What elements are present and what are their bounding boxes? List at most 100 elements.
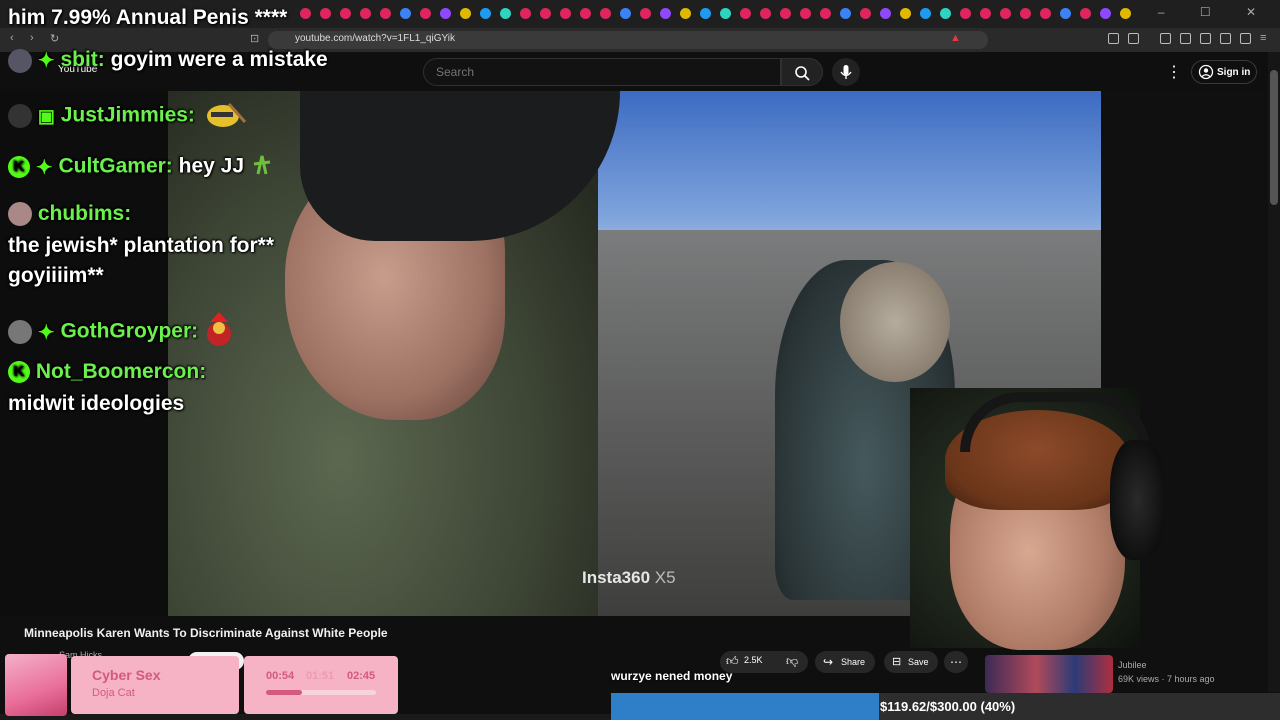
brave-icon[interactable]: ▲ xyxy=(950,32,961,44)
window-controls[interactable]: – ☐ ✕ xyxy=(1158,5,1272,19)
media-icon[interactable] xyxy=(1160,33,1171,44)
tab-favicon-icon[interactable] xyxy=(360,8,371,19)
chat-username: GothGroyper: xyxy=(60,319,199,343)
tab-favicon-icon[interactable] xyxy=(880,8,891,19)
tab-favicon-icon[interactable] xyxy=(600,8,611,19)
chat-message: hey JJ xyxy=(178,154,245,178)
recommended-channel[interactable]: Jubilee xyxy=(1118,660,1147,670)
song-artist: Doja Cat xyxy=(92,687,135,699)
remaining-time: 01:51 xyxy=(306,670,335,682)
settings-menu-button[interactable]: ⋮ xyxy=(1166,62,1182,82)
bookmark-icon: ⊟ xyxy=(892,656,902,668)
user-avatar xyxy=(8,202,32,227)
tab-favicon-icon[interactable] xyxy=(860,8,871,19)
reload-icon[interactable]: ↻ xyxy=(50,32,59,45)
chat-username: sbit: xyxy=(60,48,105,72)
tab-favicon-icon[interactable] xyxy=(400,8,411,19)
sign-in-button[interactable]: Sign in xyxy=(1191,60,1257,84)
tab-favicon-icon[interactable] xyxy=(340,8,351,19)
tab-favicon-icon[interactable] xyxy=(840,8,851,19)
tab-favicon-icon[interactable] xyxy=(640,8,651,19)
tab-favicon-icon[interactable] xyxy=(960,8,971,19)
search-box[interactable] xyxy=(423,58,781,86)
extension-icon[interactable] xyxy=(1108,33,1119,44)
chat-line: midwit ideologies xyxy=(8,392,184,416)
tab-favicon-icon[interactable] xyxy=(700,8,711,19)
share-label: Share xyxy=(841,657,866,667)
save-button[interactable]: ⊟ Save xyxy=(884,651,938,673)
thumbs-down-icon[interactable]: 👎︎ xyxy=(786,654,798,669)
headphone-cup xyxy=(1110,440,1165,560)
bookmark-icon[interactable]: ⊡ xyxy=(250,32,259,45)
tab-favicon-icon[interactable] xyxy=(800,8,811,19)
headphones xyxy=(960,392,1150,452)
tab-favicon-icon[interactable] xyxy=(540,8,551,19)
share-button[interactable]: ↪ Share xyxy=(815,651,875,673)
diamond-badge-icon: ✦ xyxy=(35,156,53,179)
tab-favicon-icon[interactable] xyxy=(980,8,991,19)
scrollbar-thumb[interactable] xyxy=(1270,70,1278,205)
donation-goal-text: $119.62/$300.00 (40%) xyxy=(880,699,1016,714)
menu-icon[interactable]: ≡ xyxy=(1260,32,1266,44)
tab-favicon-icon[interactable] xyxy=(1060,8,1071,19)
kick-badge-icon: K xyxy=(8,156,30,178)
tab-favicon-icon[interactable] xyxy=(920,8,931,19)
tab-favicon-icon[interactable] xyxy=(320,8,331,19)
tab-favicon-icon[interactable] xyxy=(440,8,451,19)
tab-favicon-icon[interactable] xyxy=(940,8,951,19)
tab-favicon-icon[interactable] xyxy=(1020,8,1031,19)
tab-favicon-icon[interactable] xyxy=(500,8,511,19)
tab-favicon-icon[interactable] xyxy=(420,8,431,19)
chat-line: the jewish* plantation for** xyxy=(8,234,274,258)
tab-favicon-icon[interactable] xyxy=(1040,8,1051,19)
watermark-model: X5 xyxy=(654,568,676,587)
tab-favicon-icon[interactable] xyxy=(900,8,911,19)
woman-hair xyxy=(840,262,950,382)
tab-favicon-icon[interactable] xyxy=(1000,8,1011,19)
forward-icon[interactable]: › xyxy=(30,32,34,44)
tab-favicon-icon[interactable] xyxy=(680,8,691,19)
chat-line: K ✦ CultGamer: hey JJ xyxy=(8,150,274,184)
back-icon[interactable]: ‹ xyxy=(10,32,14,44)
diamond-badge-icon: ✦ xyxy=(37,321,55,344)
voice-search-button[interactable] xyxy=(832,58,860,86)
donation-goal-fill xyxy=(611,693,879,720)
extension-icon[interactable] xyxy=(1128,33,1139,44)
tab-favicon-icon[interactable] xyxy=(720,8,731,19)
more-actions-button[interactable]: ⋯ xyxy=(944,651,968,673)
tab-favicon-icon[interactable] xyxy=(740,8,751,19)
thumbs-up-icon[interactable]: 👍︎ xyxy=(726,654,739,669)
tab-favicon-icon[interactable] xyxy=(460,8,471,19)
shield-icon[interactable] xyxy=(1240,33,1251,44)
tab-favicon-icon[interactable] xyxy=(780,8,791,19)
tab-favicon-icon[interactable] xyxy=(620,8,631,19)
watermark-brand: Insta360 xyxy=(582,568,651,587)
tab-favicon-icon[interactable] xyxy=(520,8,531,19)
tab-favicon-icon[interactable] xyxy=(1080,8,1091,19)
song-title: Cyber Sex xyxy=(92,667,161,683)
tab-favicon-icon[interactable] xyxy=(380,8,391,19)
recommended-thumbnail[interactable] xyxy=(985,655,1113,693)
tab-favicon-icon[interactable] xyxy=(300,8,311,19)
tab-favicon-icon[interactable] xyxy=(480,8,491,19)
chat-message: goyim were a mistake xyxy=(110,48,328,72)
tab-favicon-icon[interactable] xyxy=(560,8,571,19)
wallet-icon[interactable] xyxy=(1200,33,1211,44)
tab-favicon-icon[interactable] xyxy=(1120,8,1131,19)
tab-favicon-icon[interactable] xyxy=(760,8,771,19)
search-icon xyxy=(795,66,810,81)
search-input[interactable] xyxy=(434,64,738,80)
tab-favicon-icon[interactable] xyxy=(1100,8,1111,19)
search-button[interactable] xyxy=(781,58,823,86)
sidebar-icon[interactable] xyxy=(1180,33,1191,44)
playback-panel xyxy=(244,656,398,714)
tab-favicon-icon[interactable] xyxy=(660,8,671,19)
video-watermark: Insta360 X5 xyxy=(582,568,676,588)
kick-badge-icon: K xyxy=(8,361,30,384)
like-count[interactable]: 2.5K xyxy=(744,655,763,665)
tab-favicon-icon[interactable] xyxy=(580,8,591,19)
chat-message: midwit ideologies xyxy=(8,392,185,415)
tab-favicon-icon[interactable] xyxy=(820,8,831,19)
chat-username: Not_Boomercon: xyxy=(35,360,207,383)
vpn-icon[interactable] xyxy=(1220,33,1231,44)
